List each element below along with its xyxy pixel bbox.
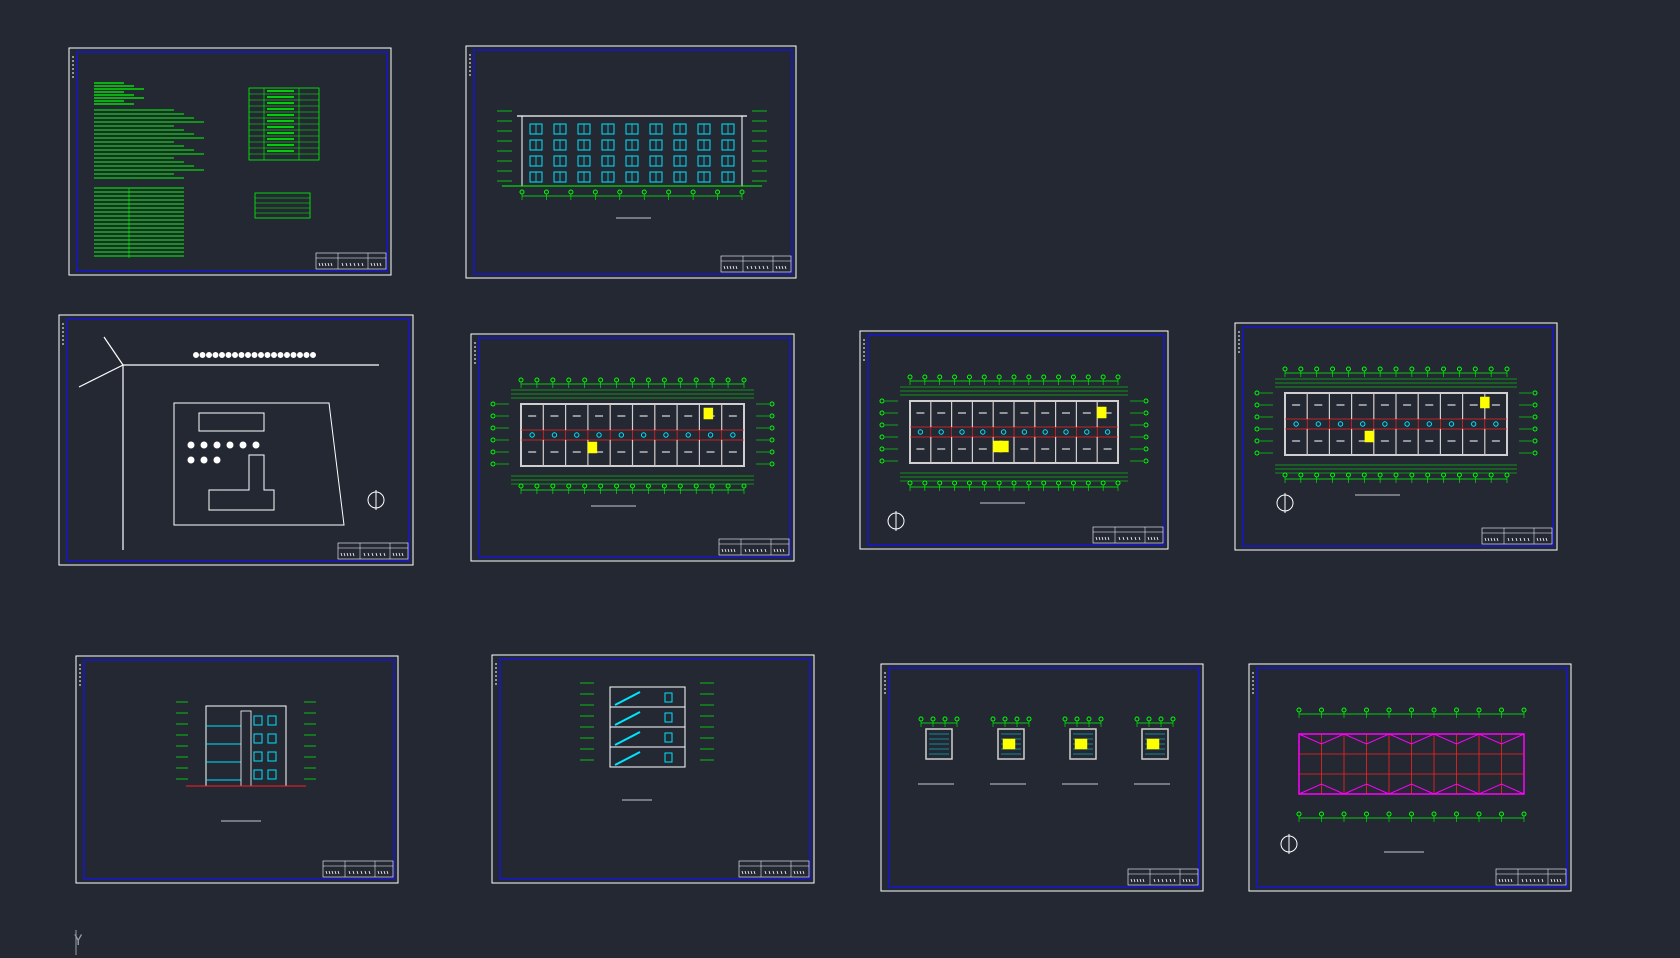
drawing-sheet-1[interactable] [68,47,392,276]
drawing-sheet-2[interactable] [465,45,797,279]
drawing-sheet-8[interactable] [491,654,815,884]
ucs-icon: Y [74,930,82,949]
ucs-y-label: Y [74,933,83,949]
drawing-sheet-10[interactable] [1248,663,1572,892]
drawing-sheet-9[interactable] [880,663,1204,892]
drawing-sheet-6[interactable] [1234,322,1558,551]
cad-model-space[interactable] [0,0,1680,958]
drawing-sheet-7[interactable] [75,655,399,884]
drawing-sheet-5[interactable] [859,330,1169,550]
drawing-sheet-4[interactable] [470,333,795,562]
drawing-sheet-3[interactable] [58,314,414,566]
